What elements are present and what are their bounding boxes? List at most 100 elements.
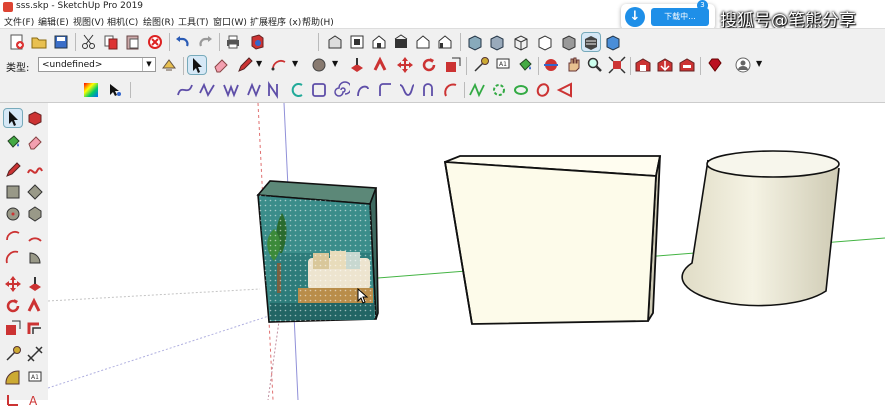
two-point-arc-icon[interactable] <box>26 227 44 245</box>
select-arrow-icon[interactable] <box>3 108 23 128</box>
freehand-curve-icon[interactable] <box>222 81 240 99</box>
textured-box[interactable] <box>256 180 379 323</box>
ruby-console-icon[interactable] <box>706 56 724 74</box>
rotate-icon[interactable] <box>420 56 438 74</box>
gradient-color-icon[interactable] <box>82 81 100 99</box>
shaded-style-icon[interactable] <box>560 33 578 51</box>
model-viewport[interactable] <box>48 103 885 400</box>
menu-camera[interactable]: 相机(C) <box>107 15 138 28</box>
spiral-curve-icon[interactable] <box>332 81 350 99</box>
hook-curve-icon[interactable] <box>354 81 372 99</box>
extension-warehouse-icon[interactable] <box>678 56 696 74</box>
save-icon[interactable] <box>52 33 70 51</box>
triangle-curve-icon[interactable] <box>556 81 574 99</box>
cream-box[interactable] <box>443 155 662 325</box>
push-pull-icon[interactable] <box>26 275 44 293</box>
scale-icon[interactable] <box>444 56 462 74</box>
menu-file[interactable]: 文件(F) <box>4 15 34 28</box>
cubic-curve-icon[interactable] <box>266 81 284 99</box>
xray-style-icon[interactable] <box>466 33 484 51</box>
left-view-icon[interactable] <box>436 33 454 51</box>
pan-hand-icon[interactable] <box>564 56 582 74</box>
line-curve-icon[interactable] <box>468 81 486 99</box>
ellipse-curve-icon[interactable] <box>512 81 530 99</box>
eraser-icon[interactable] <box>26 133 44 151</box>
back-edges-style-icon[interactable] <box>488 33 506 51</box>
warehouse-icon[interactable] <box>634 56 652 74</box>
zigzag-curve-icon[interactable] <box>398 81 416 99</box>
menu-help[interactable]: 帮助(H) <box>302 15 334 28</box>
menu-draw[interactable]: 绘图(R) <box>143 15 174 28</box>
paint-bucket-icon[interactable] <box>516 56 534 74</box>
zoom-icon[interactable] <box>586 56 604 74</box>
three-point-arc-icon[interactable] <box>4 249 22 267</box>
three-d-text-icon[interactable]: A <box>26 391 44 409</box>
spline-curve-icon[interactable] <box>198 81 216 99</box>
rectangle-curve-icon[interactable] <box>310 81 328 99</box>
freehand-icon[interactable] <box>26 161 44 179</box>
hidden-line-style-icon[interactable] <box>536 33 554 51</box>
print-icon[interactable] <box>224 33 242 51</box>
chevron-down-icon[interactable]: ▼ <box>142 58 155 71</box>
new-file-icon[interactable] <box>8 33 26 51</box>
follow-me-icon[interactable] <box>372 56 390 74</box>
round-curve-icon[interactable] <box>442 81 460 99</box>
model-info-icon[interactable] <box>248 33 266 51</box>
move-icon[interactable] <box>396 56 414 74</box>
copy-icon[interactable] <box>102 33 120 51</box>
dimension-icon[interactable] <box>26 345 44 363</box>
arc-icon[interactable] <box>4 227 22 245</box>
bezier-curve-icon[interactable] <box>176 81 194 99</box>
segment-curve-icon[interactable] <box>420 81 438 99</box>
right-view-icon[interactable] <box>392 33 410 51</box>
chevron-down-icon[interactable]: ▼ <box>332 59 338 68</box>
rotated-rectangle-icon[interactable] <box>26 183 44 201</box>
erase-delete-icon[interactable] <box>146 33 164 51</box>
menu-view[interactable]: 视图(V) <box>73 15 104 28</box>
circle-icon[interactable] <box>4 205 22 223</box>
offset-icon[interactable] <box>26 319 44 337</box>
cursor-node-icon[interactable] <box>106 81 124 99</box>
polyline-curve-icon[interactable] <box>246 81 264 99</box>
text-tool-icon[interactable]: A1 <box>26 369 44 387</box>
rectangle-icon[interactable] <box>4 183 22 201</box>
tape-measure-icon[interactable] <box>4 345 22 363</box>
paste-icon[interactable] <box>124 33 142 51</box>
scale-icon[interactable] <box>4 319 22 337</box>
share-model-icon[interactable] <box>656 56 674 74</box>
wireframe-style-icon[interactable] <box>512 33 530 51</box>
tape-measure-icon[interactable] <box>472 56 490 74</box>
select-arrow-icon[interactable] <box>187 55 207 75</box>
cylinder[interactable] <box>681 150 840 307</box>
top-view-icon[interactable] <box>348 33 366 51</box>
layer-manager-icon[interactable] <box>160 56 178 74</box>
chevron-down-icon[interactable]: ▼ <box>292 59 298 68</box>
zoom-extents-icon[interactable] <box>608 56 626 74</box>
gear-curve-icon[interactable] <box>490 81 508 99</box>
menu-tools[interactable]: 工具(T) <box>178 15 209 28</box>
download-arrow-icon[interactable]: ↓ <box>625 7 645 27</box>
arc-tool-icon[interactable] <box>270 56 288 74</box>
undo-icon[interactable] <box>174 33 192 51</box>
move-icon[interactable] <box>4 275 22 293</box>
follow-me-icon[interactable] <box>26 297 44 315</box>
chevron-down-icon[interactable]: ▼ <box>756 59 762 68</box>
text-tool-icon[interactable]: A1 <box>494 56 512 74</box>
front-view-icon[interactable] <box>370 33 388 51</box>
rotate-icon[interactable] <box>4 297 22 315</box>
pencil-line-icon[interactable] <box>236 56 254 74</box>
menu-extensions[interactable]: 扩展程序 (x) <box>250 15 301 28</box>
polygon-icon[interactable] <box>26 205 44 223</box>
monochrome-style-icon[interactable] <box>604 33 622 51</box>
redo-icon[interactable] <box>196 33 214 51</box>
orbit-icon[interactable] <box>542 56 560 74</box>
loop-curve-icon[interactable] <box>534 81 552 99</box>
pencil-line-icon[interactable] <box>4 161 22 179</box>
back-view-icon[interactable] <box>414 33 432 51</box>
account-user-icon[interactable] <box>734 56 752 74</box>
protractor-icon[interactable] <box>4 369 22 387</box>
make-component-icon[interactable] <box>26 109 44 127</box>
arc-curve-icon[interactable] <box>288 81 306 99</box>
iso-view-icon[interactable] <box>326 33 344 51</box>
push-pull-icon[interactable] <box>348 56 366 74</box>
